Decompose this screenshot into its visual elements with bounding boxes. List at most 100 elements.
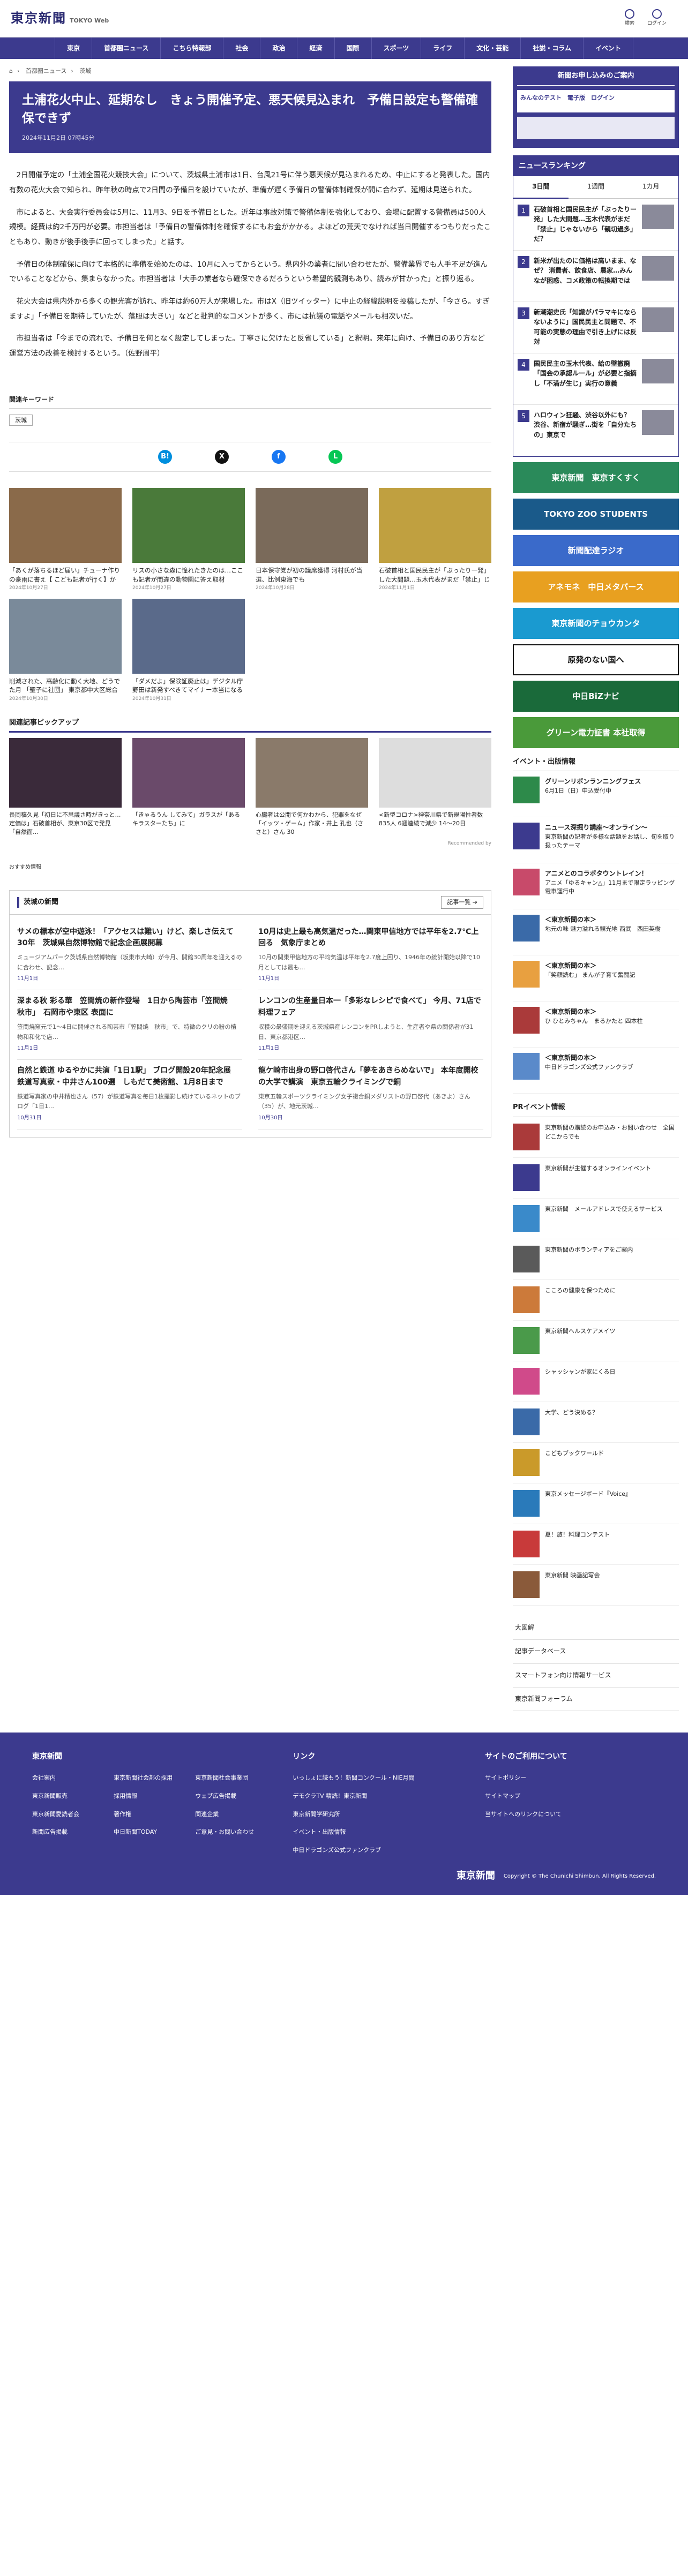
ranking-item[interactable]: 1 石破首相と国民民主が「ぶったりー発」した大間題…玉木代表がまだ「禁止」じゃない… <box>513 199 678 251</box>
ranking-item[interactable]: 3 新潮潮史氏「知識がパラマキにならないように」国民民主と問題で、不可能の実態の理… <box>513 302 678 353</box>
pr-item[interactable]: 夏！旅！料理コンテスト <box>513 1524 679 1565</box>
footer-link[interactable]: 関連企業 <box>195 1810 271 1819</box>
ibaraki-article[interactable]: 龍ケ崎市出身の野口啓代さん「夢をあきらめないで」 本年度開校の大学で講演 東京五… <box>258 1060 483 1129</box>
side-link[interactable]: 大図解 <box>513 1616 679 1640</box>
pickup-item[interactable]: <新型コロナ>神奈川県で新規陽性者数835人 6週連続で減少 14〜20日 <box>379 737 491 837</box>
pr-item[interactable]: 東京新聞 映画記写会 <box>513 1565 679 1606</box>
ad-banner[interactable]: 新聞配達ラジオ <box>513 534 679 566</box>
tab-1month[interactable]: 1カ月 <box>623 176 679 199</box>
pr-item[interactable]: 東京新聞のボランティアをご案内 <box>513 1239 679 1281</box>
nav-item[interactable]: 国際 <box>335 37 372 59</box>
ad-banner[interactable]: 東京新聞 東京すくすく <box>513 462 679 493</box>
pr-item[interactable]: こどもブックワールド <box>513 1443 679 1484</box>
ranking-item[interactable]: 4 国民民主の玉木代表、給の壁撤廃「国会の承認ルール」が必要と指摘し「不満が生じ」… <box>513 353 678 405</box>
event-item[interactable]: ＜東京新聞の本＞ 「笑顔読む」 まんが子育て奮闘記 <box>513 955 679 1002</box>
footer-link[interactable]: サイトポリシー <box>485 1773 656 1783</box>
line-icon[interactable]: L <box>328 450 342 464</box>
event-item[interactable]: ＜東京新聞の本＞ 地元の味 魅力溢れる観光地 西武 西田英樹 <box>513 909 679 956</box>
ad-banner[interactable]: 原発のない国へ <box>513 644 679 675</box>
site-logo[interactable]: 東京新聞 TOKYO Web <box>11 8 109 28</box>
footer-link[interactable]: 東京新聞販売 <box>32 1791 108 1801</box>
related-article[interactable]: 石破首相と国民民主が「ぶったりー発」した大間題…玉木代表がまだ「禁止」じゃないか… <box>379 488 491 592</box>
x-icon[interactable]: X <box>215 450 229 464</box>
related-article[interactable]: 「ダメだよ」保険証廃止は」デジタル庁野田は新発すべきてマイナー本当になるかの 20… <box>132 598 245 703</box>
footer-link[interactable]: ウェブ広告掲載 <box>195 1791 271 1801</box>
search-button[interactable]: 検索 <box>624 9 634 27</box>
ad-banner[interactable]: グリーン電力証書 本社取得 <box>513 717 679 748</box>
nav-item[interactable]: 東京 <box>55 37 93 59</box>
footer-link[interactable]: ご意見・お問い合わせ <box>195 1827 271 1837</box>
side-link[interactable]: 東京新聞フォーラム <box>513 1688 679 1711</box>
side-link[interactable]: 記事データベース <box>513 1640 679 1664</box>
footer-link[interactable]: いっしょに読もう！新聞コンクール・NIE月間 <box>293 1773 463 1783</box>
tab-1week[interactable]: 1週間 <box>568 176 624 199</box>
side-link[interactable]: スマートフォン向け情報サービス <box>513 1664 679 1688</box>
breadcrumb-item[interactable]: 首都圏ニュース <box>26 67 66 74</box>
footer-link[interactable]: 新聞広告掲載 <box>32 1827 108 1837</box>
ibaraki-article[interactable]: 深まる秋 彩る華 笠間焼の新作登場 1日から陶芸市「笠間焼 秋市」 石岡市や東区… <box>17 990 242 1060</box>
pr-item[interactable]: 東京新聞の購読のお申込み・お問い合わせ 全国どこからでも <box>513 1117 679 1158</box>
event-item[interactable]: ＜東京新聞の本＞ひ ひとみちゃん まるかたと 四本柱 <box>513 1001 679 1048</box>
pr-item[interactable]: 東京新聞が主催するオンラインイベント <box>513 1158 679 1199</box>
nav-item[interactable]: 政治 <box>260 37 298 59</box>
login-button[interactable]: ログイン <box>647 9 667 27</box>
nav-item[interactable]: ライフ <box>421 37 465 59</box>
keyword-tag[interactable]: 茨城 <box>9 414 33 426</box>
nav-item[interactable]: こちら特報部 <box>161 37 224 59</box>
tab-3days[interactable]: 3日間 <box>513 176 569 199</box>
ranking-item[interactable]: 5 ハロウィン狂騒、渋谷以外にも？ 渋谷、新宿が騒ぎ…街を「自分たちの」東京で <box>513 405 678 456</box>
footer-logo[interactable]: 東京新聞 <box>457 1869 495 1884</box>
nav-item[interactable]: 社会 <box>223 37 261 59</box>
nav-item[interactable]: スポーツ <box>372 37 422 59</box>
event-item[interactable]: ニュース深掘り講座〜オンライン〜 東京新聞の記者が多様な話題をお話し、旬を取り扱っ… <box>513 817 679 864</box>
ad-banner[interactable]: アネモネ 中日メタバース <box>513 571 679 602</box>
ibaraki-article[interactable]: 10月は史上最も高気温だった…関東甲信地方では平年を2.7℃上回る 気象庁まとめ… <box>258 921 483 991</box>
pr-item[interactable]: こころの健康を保つために <box>513 1280 679 1321</box>
more-button[interactable]: 記事一覧 ➔ <box>441 896 483 909</box>
footer-link[interactable]: イベント・出版情報 <box>293 1827 463 1837</box>
pickup-item[interactable]: 長岡稿久見「初日に不思議さ時がきっと…定価は」石破首相が、東京30区で発見「自然… <box>9 737 122 837</box>
footer-link[interactable]: 当サイトへのリンクについて <box>485 1810 656 1819</box>
hatena-icon[interactable]: B! <box>158 450 172 464</box>
pr-item[interactable]: 東京メッセージボード『Voice』 <box>513 1483 679 1525</box>
event-item[interactable]: アニメとのコラボタウントレイン！ アニメ「ゆるキャン△」11月まで限定ラッピング電… <box>513 863 679 910</box>
facebook-icon[interactable]: f <box>272 450 286 464</box>
nav-item[interactable]: 社説・コラム <box>521 37 584 59</box>
event-item[interactable]: グリーンリボンランニングフェス 6月1日（日）申込受付中 <box>513 771 679 818</box>
home-icon[interactable]: ⌂ <box>9 67 13 74</box>
nav-item[interactable]: 経済 <box>297 37 335 59</box>
nav-item[interactable]: 文化・芸能 <box>465 37 521 59</box>
nav-item[interactable]: イベント <box>584 37 633 59</box>
subscribe-banner[interactable]: 新聞お申し込みのご案内 みんなのテスト 電子版 ログイン <box>513 66 679 148</box>
footer-link[interactable]: 東京新聞社会事業団 <box>195 1773 271 1783</box>
footer-link[interactable]: デモクラTV 精読！東京新聞 <box>293 1791 463 1801</box>
event-item[interactable]: ＜東京新聞の本＞ 中日ドラゴンズ公式ファンクラブ <box>513 1048 679 1094</box>
footer-link[interactable]: 著作権 <box>114 1810 190 1819</box>
footer-link[interactable]: 中日ドラゴンズ公式ファンクラブ <box>293 1846 463 1855</box>
footer-link[interactable]: 東京新聞愛読者会 <box>32 1810 108 1819</box>
pr-item[interactable]: 東京新聞ヘルスケアメイツ <box>513 1321 679 1362</box>
ibaraki-article[interactable]: サメの標本が空中遊泳！「アクセスは難い」けど、楽しさ伝えて30年 茨城県自然博物… <box>17 921 242 991</box>
footer-link[interactable]: 東京新聞学研究所 <box>293 1810 463 1819</box>
ad-banner[interactable]: 中日BiZナビ <box>513 680 679 712</box>
related-article[interactable]: 「あくが落ちるほど届い」チューナ作りの豪雨に書え【 こども記者が行く】かつけりも… <box>9 488 122 592</box>
footer-link[interactable]: サイトマップ <box>485 1791 656 1801</box>
ranking-item[interactable]: 2 新米が出たのに価格は高いまま、なぜ？ 消費者、飲食店、農家…みんなが困惑、コメ… <box>513 251 678 302</box>
footer-link[interactable]: 会社案内 <box>32 1773 108 1783</box>
footer-link[interactable]: 中日新聞TODAY <box>114 1827 190 1837</box>
pr-item[interactable]: シャッシャンが家にくる日 <box>513 1361 679 1403</box>
related-article[interactable]: 日本保守党が初の議席獲得 河村氏が当選、比例東海でも 2024年10月28日 <box>256 488 368 592</box>
nav-item[interactable]: 首都圏ニュース <box>92 37 161 59</box>
pr-item[interactable]: 東京新聞 メールアドレスで使えるサービス <box>513 1199 679 1240</box>
ibaraki-article[interactable]: 自然と鉄道 ゆるやかに共演「1日1駅」 ブログ開設20年記念展 鉄道写真家・中井… <box>17 1060 242 1129</box>
pr-item[interactable]: 大学、どう決める？ <box>513 1402 679 1443</box>
footer-link[interactable]: 採用情報 <box>114 1791 190 1801</box>
related-article[interactable]: リスの小さな森に憧れたきたのは…ここも記者が間違の動物園に答え取材 2024年10… <box>132 488 245 592</box>
pickup-item[interactable]: 「きゃるうん してみて」ガラスが「あるキラスターたち」に <box>132 737 245 837</box>
related-article[interactable]: 削減された、高齢化に動く大地、どうでた月 「聖子に社団」 東京都中大区総合 202… <box>9 598 122 703</box>
ad-banner[interactable]: TOKYO ZOO STUDENTS <box>513 498 679 530</box>
ad-banner[interactable]: 東京新聞のチョウカンタ <box>513 607 679 639</box>
footer-link[interactable]: 東京新聞社会部の採用 <box>114 1773 190 1783</box>
pickup-item[interactable]: 心臓者は公開で何かわから、犯罪をなぜ「イッツ・ゲーム」作家・井上 孔也（ささと）… <box>256 737 368 837</box>
breadcrumb-item[interactable]: 茨城 <box>79 67 91 74</box>
